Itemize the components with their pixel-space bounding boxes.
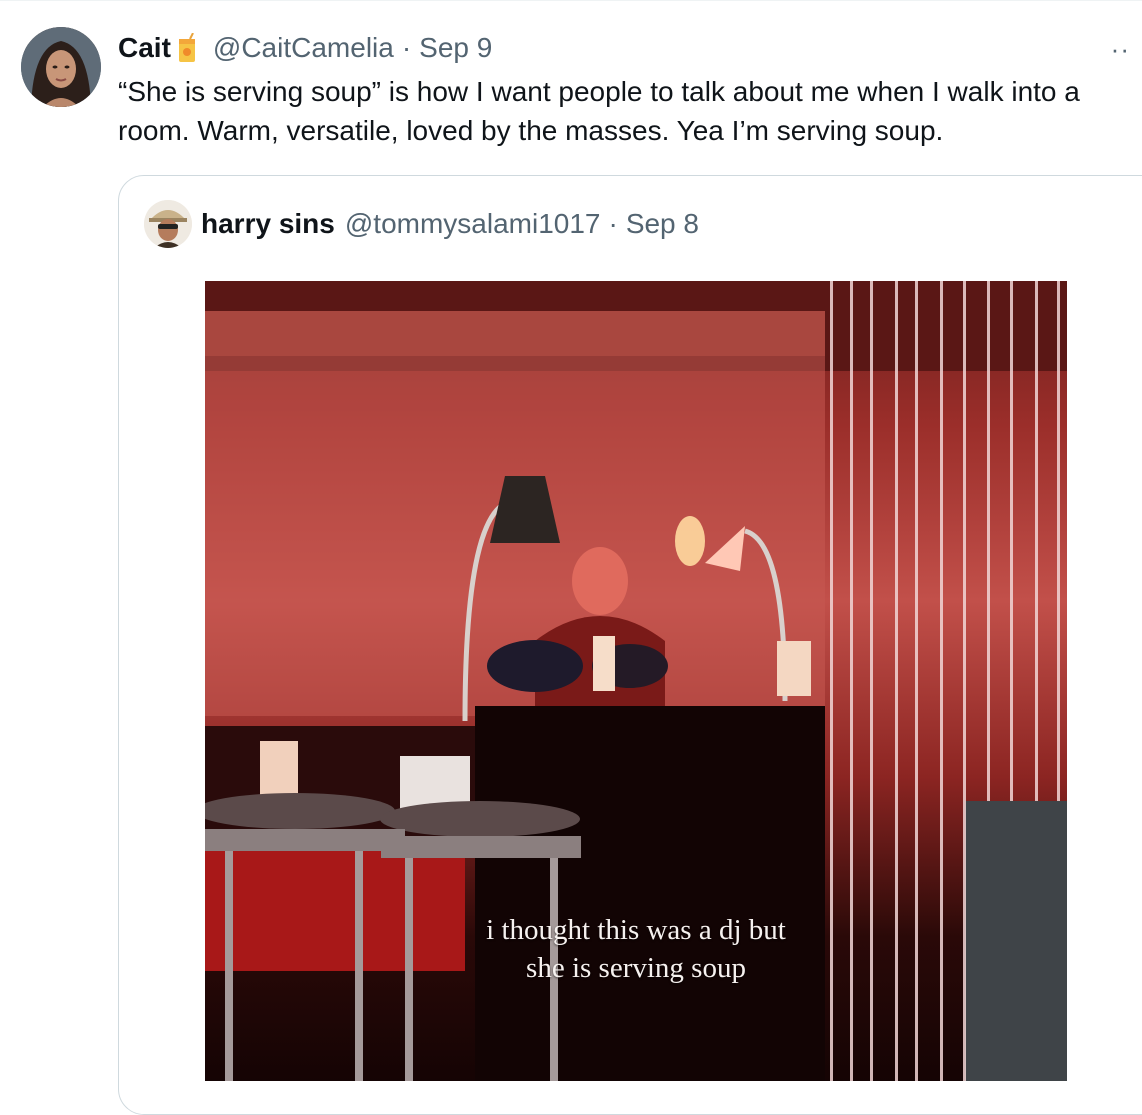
author-name[interactable]: Cait — [118, 32, 171, 64]
quoted-author-name[interactable]: harry sins — [201, 208, 335, 240]
quoted-tweet-media[interactable]: i thought this was a dj but she is servi… — [205, 281, 1067, 1081]
author-handle[interactable]: @CaitCamelia — [213, 32, 394, 64]
quoted-author-avatar[interactable] — [144, 200, 192, 248]
media-caption-line: she is serving soup — [526, 952, 746, 984]
media-caption-line: i thought this was a dj but — [486, 914, 786, 946]
quoted-author-handle[interactable]: @tommysalami1017 — [345, 208, 601, 240]
meta-separator: · — [401, 32, 412, 63]
meta-separator: · — [608, 208, 618, 239]
juice-box-icon — [177, 32, 197, 63]
more-options-icon[interactable]: ·· — [1111, 34, 1130, 65]
tweet-header: Cait @CaitCamelia · Sep 9 — [118, 28, 492, 68]
author-avatar[interactable] — [21, 27, 101, 107]
tweet-date[interactable]: Sep 9 — [419, 32, 492, 64]
quoted-tweet-header: harry sins @tommysalami1017 · Sep 8 — [201, 206, 699, 242]
timeline-divider — [0, 0, 1142, 1]
media-caption: i thought this was a dj but she is servi… — [205, 911, 1067, 987]
quoted-tweet-card[interactable]: harry sins @tommysalami1017 · Sep 8 i th… — [118, 175, 1142, 1115]
avatar-photo-icon — [21, 27, 101, 107]
avatar-photo-icon — [144, 200, 192, 248]
tweet-text: “She is serving soup” is how I want peop… — [118, 76, 1080, 146]
quoted-tweet-date[interactable]: Sep 8 — [626, 208, 699, 240]
